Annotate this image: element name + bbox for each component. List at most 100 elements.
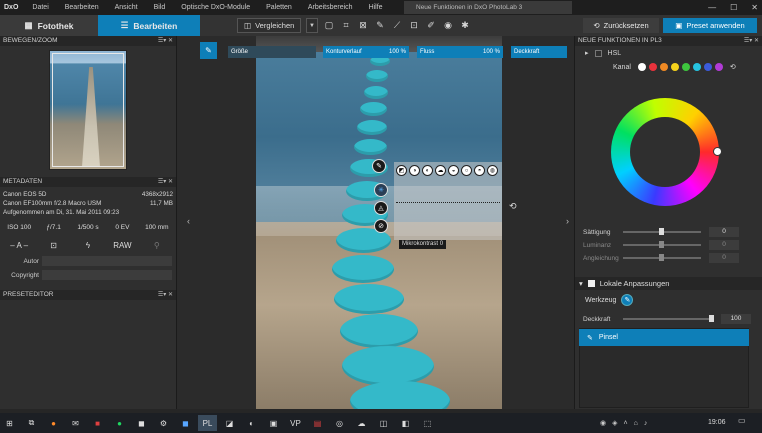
local-opacity-value[interactable]: 100 <box>721 314 751 324</box>
toggle-checkbox[interactable] <box>594 49 602 57</box>
feather-slider[interactable]: Konturverlauf 100 % <box>323 46 409 58</box>
chat-icon[interactable]: ◼ <box>132 415 151 431</box>
zoom-frame[interactable] <box>52 53 124 167</box>
luminance-slider[interactable] <box>623 241 701 248</box>
channel-reset-icon[interactable]: ⟲ <box>730 63 736 71</box>
channel-magenta[interactable] <box>714 63 723 71</box>
menu-optical-modules[interactable]: Optische DxO-Module <box>173 4 258 11</box>
opacity-slider[interactable]: Deckkraft <box>511 46 567 58</box>
app-icon[interactable]: ◎ <box>330 415 349 431</box>
tab-edit[interactable]: ☰ Bearbeiten <box>98 15 200 36</box>
exposure-icon[interactable]: ◩ <box>396 165 407 176</box>
copyright-field[interactable] <box>42 270 172 280</box>
network-icon[interactable]: ⌂ <box>634 420 638 427</box>
apply-preset-button[interactable]: ▣ Preset anwenden <box>663 18 757 33</box>
crop-icon[interactable]: ⌗ <box>339 19 353 33</box>
app-blue-icon[interactable]: ◼ <box>176 415 195 431</box>
horizon-icon[interactable]: ⟋ <box>390 19 404 33</box>
local-adjust-header[interactable]: ▾ Lokale Anpassungen <box>575 277 762 290</box>
spotify-icon[interactable]: ● <box>110 415 129 431</box>
expand-icon[interactable]: ▾ <box>579 279 583 288</box>
adjust-track[interactable] <box>396 202 500 203</box>
channel-green[interactable] <box>681 63 690 71</box>
menu-workspace[interactable]: Arbeitsbereich <box>300 4 361 11</box>
size-slider[interactable]: Größe <box>228 46 316 58</box>
local-opacity-handle[interactable] <box>709 315 714 322</box>
hsl-header[interactable]: ▸ HSL <box>575 46 762 60</box>
firefox-icon[interactable]: ● <box>44 415 63 431</box>
hue-wheel[interactable] <box>611 98 722 206</box>
app-icon[interactable]: ◪ <box>220 415 239 431</box>
collapse-icon[interactable]: ▸ <box>585 49 589 57</box>
panel-menu-icon[interactable]: ☰▾ ✕ <box>158 36 173 46</box>
reset-overlay-icon[interactable]: ⟲ <box>509 201 517 212</box>
photolab-icon[interactable]: PL <box>198 415 217 431</box>
detail-icon[interactable]: ⊘ <box>374 219 388 233</box>
volume-icon[interactable]: ♪ <box>644 420 648 427</box>
uniformity-slider[interactable] <box>623 254 701 261</box>
saturation-value[interactable]: 0 <box>709 227 739 237</box>
eye-icon[interactable]: ◉ <box>441 19 455 33</box>
highlights-icon[interactable]: ☁ <box>435 165 446 176</box>
collapse-left-icon[interactable]: ‹ <box>187 216 190 226</box>
minimize-icon[interactable]: — <box>708 3 716 12</box>
brush-tool-icon[interactable]: ✎ <box>621 294 634 306</box>
blacks-icon[interactable]: ◓ <box>474 165 485 176</box>
close-icon[interactable]: ✕ <box>751 3 758 12</box>
contrast-icon[interactable]: ◑ <box>409 165 420 176</box>
author-field[interactable] <box>42 256 172 266</box>
whites-icon[interactable]: ○ <box>461 165 472 176</box>
maximize-icon[interactable]: ☐ <box>730 3 737 12</box>
luminance-handle[interactable] <box>659 241 664 248</box>
microcontrast-icon[interactable]: ◐ <box>422 165 433 176</box>
brush-tool-button[interactable]: ✎ <box>200 42 217 59</box>
channel-cyan[interactable] <box>692 63 701 71</box>
hue-handle[interactable] <box>713 147 722 156</box>
menu-help[interactable]: Hilfe <box>361 4 391 11</box>
app-icon[interactable]: ◐ <box>242 415 261 431</box>
saturation-slider[interactable] <box>623 228 701 235</box>
light-icon[interactable]: ✳ <box>374 183 388 197</box>
tab-library[interactable]: ▦ Fotothek <box>0 15 98 36</box>
channel-blue[interactable] <box>703 63 712 71</box>
repair-icon[interactable]: ✐ <box>424 19 438 33</box>
app-icon[interactable]: ◧ <box>396 415 415 431</box>
compare-button[interactable]: ◫ Vergleichen <box>237 18 302 33</box>
color-icon[interactable]: ◬ <box>374 201 388 215</box>
tray-app-icon[interactable]: ◉ <box>600 419 606 427</box>
menu-palettes[interactable]: Paletten <box>258 4 300 11</box>
channel-all[interactable] <box>637 63 646 71</box>
brush-mode-icon[interactable]: ✎ <box>372 159 386 173</box>
shadows-icon[interactable]: ◒ <box>448 165 459 176</box>
notification-icon[interactable]: ▭ <box>738 416 746 425</box>
menu-file[interactable]: Datei <box>24 4 56 11</box>
app-red-icon[interactable]: ■ <box>88 415 107 431</box>
local-adjust-icon[interactable]: ✱ <box>458 19 472 33</box>
app-icon[interactable]: ⬚ <box>418 415 437 431</box>
saturation-handle[interactable] <box>659 228 664 235</box>
panel-menu-icon[interactable]: ☰▾ ✕ <box>744 36 759 46</box>
vp-icon[interactable]: VP <box>286 415 305 431</box>
task-view-icon[interactable]: ⧉ <box>22 415 41 431</box>
frame-icon[interactable]: ▢ <box>322 19 336 33</box>
windows-start-icon[interactable]: ⊞ <box>0 415 19 431</box>
panel-menu-icon[interactable]: ☰▾ ✕ <box>158 177 173 187</box>
navigator-thumbnail[interactable] <box>49 50 127 170</box>
channel-yellow[interactable] <box>670 63 679 71</box>
mail-icon[interactable]: ✉ <box>66 415 85 431</box>
local-opacity-slider[interactable] <box>623 315 714 322</box>
compare-dropdown[interactable]: ▼ <box>306 18 318 33</box>
perspective-icon[interactable]: ⊡ <box>407 19 421 33</box>
uniformity-handle[interactable] <box>659 254 664 261</box>
menu-image[interactable]: Bild <box>146 4 174 11</box>
menu-edit[interactable]: Bearbeiten <box>57 4 107 11</box>
channel-red[interactable] <box>648 63 657 71</box>
straighten-icon[interactable]: ⊠ <box>356 19 370 33</box>
uniformity-value[interactable]: 0 <box>709 253 739 263</box>
channel-orange[interactable] <box>659 63 668 71</box>
pdf-icon[interactable]: ▤ <box>308 415 327 431</box>
luminance-value[interactable]: 0 <box>709 240 739 250</box>
steam-icon[interactable]: ⚙ <box>154 415 173 431</box>
app-icon[interactable]: ▣ <box>264 415 283 431</box>
image-viewer[interactable]: ‹ › ✎ Größe Konturverlauf 100 % Fluss 10… <box>178 36 573 409</box>
